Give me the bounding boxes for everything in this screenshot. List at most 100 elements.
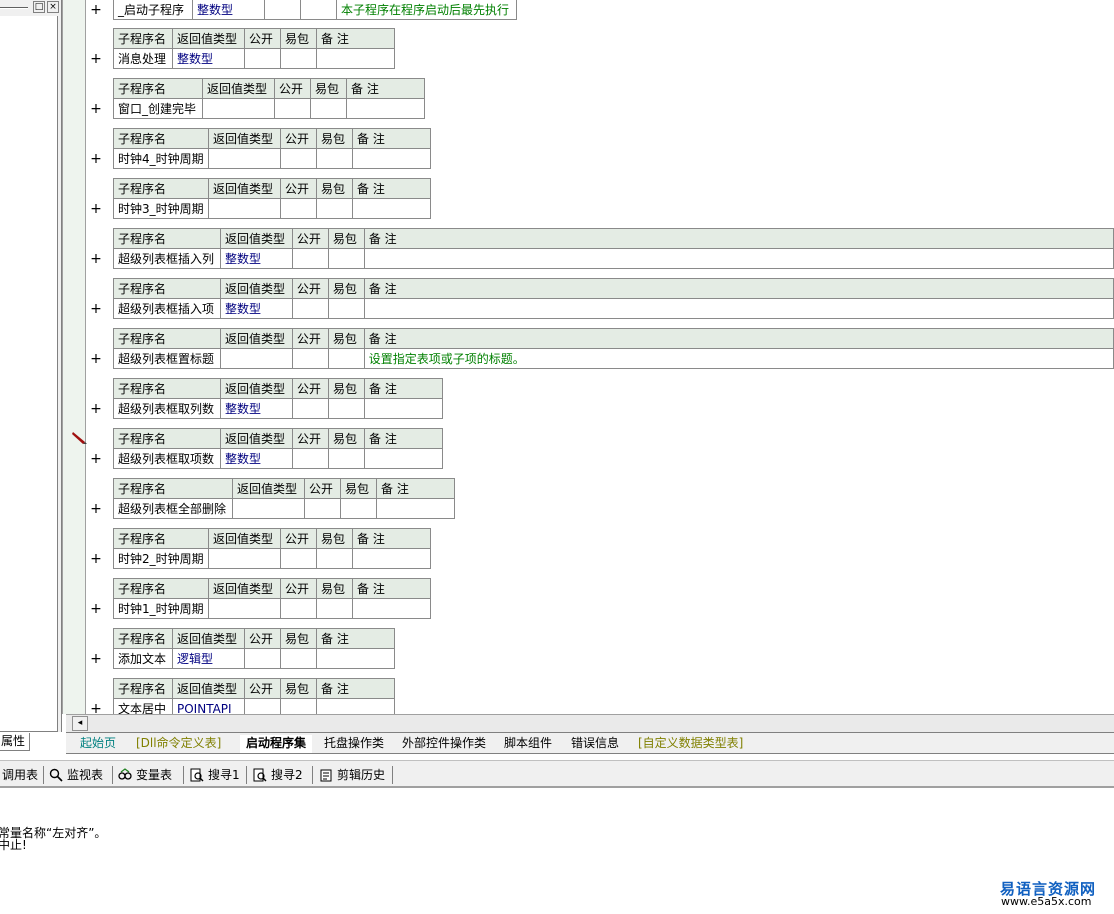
sub-public[interactable] [304, 498, 341, 519]
sub-return-type[interactable] [232, 498, 305, 519]
sub-name[interactable]: 超级列表框全部删除 [113, 498, 233, 519]
sub-easy[interactable] [327, 298, 365, 319]
expand-plus-icon[interactable]: + [90, 52, 102, 66]
expand-plus-icon[interactable]: + [90, 552, 102, 566]
sub-easy[interactable] [316, 148, 353, 169]
sub-public[interactable] [292, 448, 329, 469]
sub-public[interactable] [292, 398, 329, 419]
clip-history-button[interactable]: 剪辑历史 [319, 766, 385, 784]
sub-public[interactable] [274, 98, 311, 119]
sub-return-type[interactable]: 逻辑型 [172, 648, 245, 669]
sub-return-type[interactable] [208, 198, 281, 219]
sub-public[interactable] [244, 648, 281, 669]
sub-name[interactable]: 超级列表框置标题 [113, 348, 221, 369]
doc-tab[interactable]: 托盘操作类 [318, 735, 390, 753]
sub-note[interactable] [363, 248, 1114, 269]
expand-plus-icon[interactable]: + [90, 302, 102, 316]
sub-easy[interactable] [340, 498, 377, 519]
sub-note[interactable]: 本子程序在程序启动后最先执行 [336, 0, 517, 20]
sub-note[interactable] [352, 598, 431, 619]
sub-public[interactable] [280, 598, 317, 619]
sub-return-type[interactable]: 整数型 [172, 48, 245, 69]
sub-note[interactable] [352, 198, 431, 219]
sub-name[interactable]: 超级列表框取列数 [113, 398, 221, 419]
sub-public[interactable] [291, 298, 329, 319]
sub-note[interactable] [363, 298, 1114, 319]
sub-name[interactable]: 文本居中 [113, 698, 173, 714]
expand-plus-icon[interactable]: + [90, 252, 102, 266]
expand-plus-icon[interactable]: + [90, 3, 102, 17]
sub-note[interactable] [346, 98, 425, 119]
sub-easy[interactable] [327, 248, 365, 269]
expand-plus-icon[interactable]: + [90, 652, 102, 666]
sub-return-type[interactable]: 整数型 [192, 0, 265, 20]
panel-restore-button[interactable]: □ [33, 1, 45, 13]
horizontal-scrollbar[interactable]: ◂ [66, 714, 1114, 732]
watch-table-button[interactable]: 监视表 [49, 766, 103, 784]
sub-note[interactable] [364, 448, 443, 469]
expand-plus-icon[interactable]: + [90, 352, 102, 366]
sub-return-type[interactable]: 整数型 [219, 298, 293, 319]
sub-easy[interactable] [328, 448, 365, 469]
sub-name[interactable]: 超级列表框插入列 [113, 248, 221, 269]
variable-table-button[interactable]: 变量表 [118, 766, 172, 784]
doc-tab[interactable]: 起始页 [74, 735, 122, 753]
sub-return-type[interactable] [219, 348, 293, 369]
sub-easy[interactable] [316, 198, 353, 219]
sub-name[interactable]: 时钟4_时钟周期 [113, 148, 209, 169]
expand-plus-icon[interactable]: + [90, 452, 102, 466]
sub-easy[interactable] [280, 698, 317, 714]
sub-public[interactable] [291, 348, 329, 369]
expand-plus-icon[interactable]: + [90, 702, 102, 714]
sub-note[interactable] [316, 648, 395, 669]
sub-public[interactable] [280, 148, 317, 169]
property-tab[interactable]: 属性 [0, 733, 30, 751]
doc-tab[interactable]: [Dll命令定义表] [130, 735, 227, 753]
sub-easy[interactable] [327, 348, 365, 369]
sub-easy[interactable] [316, 598, 353, 619]
expand-plus-icon[interactable]: + [90, 202, 102, 216]
sub-note[interactable] [316, 698, 395, 714]
sub-return-type[interactable]: 整数型 [220, 398, 293, 419]
sub-public[interactable] [264, 0, 301, 20]
sub-easy[interactable] [316, 548, 353, 569]
sub-note[interactable]: 设置指定表项或子项的标题。 [363, 348, 1114, 369]
sub-public[interactable] [280, 198, 317, 219]
sub-return-type[interactable] [202, 98, 275, 119]
code-editor[interactable]: + _启动子程序 整数型 本子程序在程序启动后最先执行 + 子程序名 返回值类型 公开… [87, 0, 1114, 714]
doc-tab[interactable]: 启动程序集 [240, 735, 313, 753]
sub-return-type[interactable]: POINTAPI [172, 698, 245, 714]
doc-tab[interactable]: 错误信息 [565, 735, 625, 753]
sub-easy[interactable] [280, 648, 317, 669]
sub-name[interactable]: 消息处理 [113, 48, 173, 69]
sub-note[interactable] [352, 548, 431, 569]
sub-return-type[interactable]: 整数型 [220, 448, 293, 469]
sub-note[interactable] [316, 48, 395, 69]
expand-plus-icon[interactable]: + [90, 102, 102, 116]
sub-public[interactable] [280, 548, 317, 569]
sub-return-type[interactable] [208, 598, 281, 619]
sub-name[interactable]: 添加文本 [113, 648, 173, 669]
sub-note[interactable] [364, 398, 443, 419]
sub-public[interactable] [244, 698, 281, 714]
sub-easy[interactable] [310, 98, 347, 119]
sub-return-type[interactable]: 整数型 [219, 248, 293, 269]
call-table-button[interactable]: 调用表 [2, 766, 38, 784]
expand-plus-icon[interactable]: + [90, 402, 102, 416]
sub-name[interactable]: 窗口_创建完毕 [113, 98, 203, 119]
expand-plus-icon[interactable]: + [90, 152, 102, 166]
sub-easy[interactable] [300, 0, 337, 20]
sub-name[interactable]: 时钟1_时钟周期 [113, 598, 209, 619]
doc-tab[interactable]: 脚本组件 [498, 735, 558, 753]
sub-easy[interactable] [328, 398, 365, 419]
sub-note[interactable] [376, 498, 455, 519]
sub-easy[interactable] [280, 48, 317, 69]
sub-name[interactable]: 时钟2_时钟周期 [113, 548, 209, 569]
sub-note[interactable] [352, 148, 431, 169]
sub-return-type[interactable] [208, 548, 281, 569]
search1-button[interactable]: 搜寻1 [190, 766, 240, 784]
sub-public[interactable] [244, 48, 281, 69]
sub-name[interactable]: 超级列表框取项数 [113, 448, 221, 469]
sub-name[interactable]: 时钟3_时钟周期 [113, 198, 209, 219]
doc-tab[interactable]: 外部控件操作类 [396, 735, 492, 753]
